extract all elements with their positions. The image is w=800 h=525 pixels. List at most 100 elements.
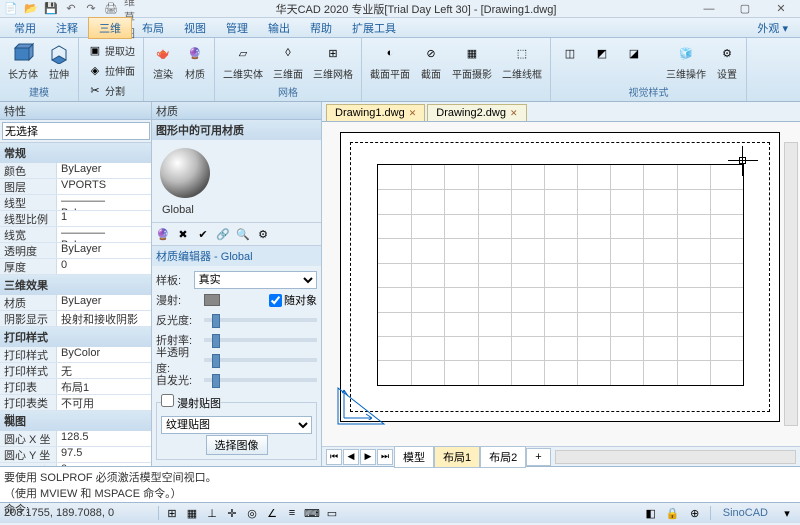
ltab-last-button[interactable]: ⏭ (377, 449, 393, 465)
ltab-prev-button[interactable]: ◀ (343, 449, 359, 465)
appearance-dropdown[interactable]: 外观 ▾ (749, 18, 796, 38)
horizontal-scrollbar[interactable] (555, 450, 796, 464)
prop-value[interactable]: 1 (56, 211, 151, 226)
prop-row[interactable]: 打印样式表无 (0, 363, 151, 379)
visual-style3-button[interactable]: ◪ (619, 40, 649, 66)
selection-input[interactable] (2, 122, 150, 140)
doc-tab-1[interactable]: Drawing1.dwg✕ (326, 104, 425, 121)
tab-view[interactable]: 视图 (174, 18, 216, 38)
lwt-toggle-icon[interactable]: ≡ (283, 505, 301, 521)
qb-redo-icon[interactable]: ↷ (84, 2, 98, 16)
prop-value[interactable]: ByColor (56, 347, 151, 362)
material-button[interactable]: 🔮材质 (180, 40, 210, 83)
prop-value[interactable]: 97.5 (56, 447, 151, 462)
prop-value[interactable]: 不可用 (56, 395, 151, 410)
mesh3d-button[interactable]: ⊞三维网格 (309, 40, 357, 83)
grid-toggle-icon[interactable]: ▦ (183, 505, 201, 521)
prop-row[interactable]: 打印表类型不可用 (0, 395, 151, 411)
wireframe2d-button[interactable]: ⬚二维线框 (498, 40, 546, 83)
extrude-button[interactable]: 拉伸 (44, 40, 74, 83)
material-preview[interactable]: Global (152, 140, 321, 222)
qb-new-icon[interactable]: 📄 (4, 2, 18, 16)
layout-tab-add[interactable]: + (526, 448, 550, 466)
section-button[interactable]: ⊘截面 (416, 40, 446, 83)
prop-row[interactable]: 圆心 X 坐标128.5 (0, 431, 151, 447)
vertical-scrollbar[interactable] (784, 142, 798, 426)
close-button[interactable]: ✕ (766, 0, 796, 18)
mat-opts-icon[interactable]: ⚙ (254, 225, 272, 243)
refr-slider[interactable] (204, 338, 317, 342)
prop-row[interactable]: 圆心 Y 坐标97.5 (0, 447, 151, 463)
doc-tab-2[interactable]: Drawing2.dwg✕ (427, 104, 526, 121)
prop-row[interactable]: 打印表附…布局1 (0, 379, 151, 395)
solid2d-button[interactable]: ▱二维实体 (219, 40, 267, 83)
prop-value[interactable]: 128.5 (56, 431, 151, 446)
tab-3d[interactable]: 三维 (88, 17, 132, 39)
sample-select[interactable]: 真实 (194, 271, 317, 289)
maximize-button[interactable]: ▢ (730, 0, 760, 18)
section-plane-button[interactable]: ◐截面平面 (366, 40, 414, 83)
visual-style1-button[interactable]: ◫ (555, 40, 585, 66)
ltab-next-button[interactable]: ▶ (360, 449, 376, 465)
prop-value[interactable]: VPORTS (56, 179, 151, 194)
qb-sketch-icon[interactable]: 二维草图 (124, 2, 138, 16)
prop-row[interactable]: 图层VPORTS (0, 179, 151, 195)
self-slider[interactable] (204, 378, 317, 382)
prop-value[interactable]: ———— ByLayer (56, 227, 151, 242)
osnap-toggle-icon[interactable]: ◎ (243, 505, 261, 521)
prop-value[interactable]: ByLayer (56, 163, 151, 178)
tab-extend[interactable]: 扩展工具 (342, 18, 406, 38)
diffuse-swatch[interactable] (204, 294, 220, 306)
prop-value[interactable]: 0 (56, 463, 151, 466)
qb-open-icon[interactable]: 📂 (24, 2, 38, 16)
select-image-button[interactable]: 选择图像 (206, 435, 268, 455)
map-type-select[interactable]: 纹理贴图 (161, 416, 312, 434)
command-line[interactable]: 要使用 SOLPROF 必须激活模型空间视口。 （使用 MVIEW 和 MSPA… (0, 466, 800, 502)
snap-toggle-icon[interactable]: ⊞ (163, 505, 181, 521)
prop-value[interactable]: ByLayer (56, 243, 151, 258)
prop-row[interactable]: 线型比例1 (0, 211, 151, 227)
prop-section-header[interactable]: 三维效果 (0, 275, 151, 295)
tab-help[interactable]: 帮助 (300, 18, 342, 38)
polar-toggle-icon[interactable]: ✛ (223, 505, 241, 521)
mat-apply-icon[interactable]: ✔ (194, 225, 212, 243)
refl-slider[interactable] (204, 318, 317, 322)
prop-value[interactable]: ByLayer (56, 295, 151, 310)
extract-edge-button[interactable]: ▣提取边 (83, 40, 139, 60)
prop-row[interactable]: 线宽———— ByLayer (0, 227, 151, 243)
tab-layout[interactable]: 布局 (132, 18, 174, 38)
trans-slider[interactable] (204, 358, 317, 362)
prop-row[interactable]: 材质ByLayer (0, 295, 151, 311)
prop-value[interactable]: 无 (56, 363, 151, 378)
ortho-toggle-icon[interactable]: ⊥ (203, 505, 221, 521)
mat-find-icon[interactable]: 🔍 (234, 225, 252, 243)
close-tab-icon[interactable]: ✕ (409, 108, 417, 119)
layout-tab-model[interactable]: 模型 (394, 446, 434, 468)
close-tab-icon[interactable]: ✕ (510, 108, 518, 119)
prop-value[interactable]: ———— ByLayer (56, 195, 151, 210)
prop-section-header[interactable]: 常规 (0, 143, 151, 163)
prop-row[interactable]: 线型———— ByLayer (0, 195, 151, 211)
sb-tool2-icon[interactable]: 🔒 (664, 505, 682, 521)
prop-row[interactable]: 阴影显示投射和接收阴影 (0, 311, 151, 327)
dyn-toggle-icon[interactable]: ⌨ (303, 505, 321, 521)
prop-value[interactable]: 投射和接收阴影 (56, 311, 151, 326)
drawing-canvas[interactable] (322, 122, 800, 446)
prop-section-header[interactable]: 打印样式 (0, 327, 151, 347)
mat-attach-icon[interactable]: 🔗 (214, 225, 232, 243)
extrude-face-button[interactable]: ◈拉伸面 (83, 60, 139, 80)
mat-new-icon[interactable]: 🔮 (154, 225, 172, 243)
prop-row[interactable]: 透明度ByLayer (0, 243, 151, 259)
sb-expand-icon[interactable]: ▾ (778, 505, 796, 521)
model-toggle-icon[interactable]: ▭ (323, 505, 341, 521)
visual-style2-button[interactable]: ◩ (587, 40, 617, 66)
prop-row[interactable]: 厚度0 (0, 259, 151, 275)
prop-row[interactable]: 颜色ByLayer (0, 163, 151, 179)
sb-tool3-icon[interactable]: ⊕ (686, 505, 704, 521)
split-button[interactable]: ✂分割 (83, 80, 129, 100)
prop-section-header[interactable]: 视图 (0, 411, 151, 431)
sb-tool1-icon[interactable]: ◧ (642, 505, 660, 521)
settings-button[interactable]: ⚙设置 (712, 40, 742, 83)
flatshot-button[interactable]: ▦平面摄影 (448, 40, 496, 83)
tab-annotate[interactable]: 注释 (46, 18, 88, 38)
